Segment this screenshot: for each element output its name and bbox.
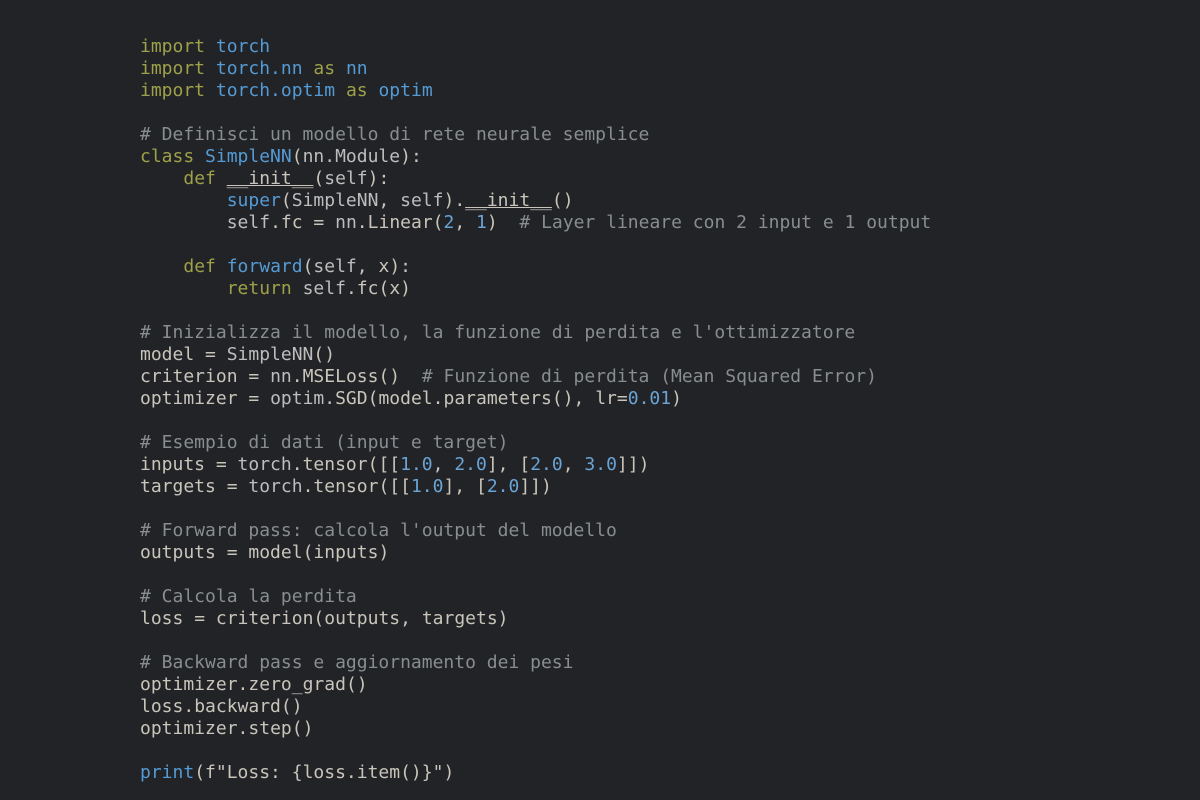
line: print(f"Loss: {loss.item()}") <box>140 762 454 783</box>
alias-nn: nn <box>346 58 368 79</box>
comment: # Definisci un modello di rete neurale s… <box>140 124 649 145</box>
alias-optim: optim <box>378 80 432 101</box>
kw-class: class <box>140 146 194 167</box>
mod-torch-nn: torch.nn <box>216 58 303 79</box>
line: return self.fc(x) <box>140 278 411 299</box>
code-block: import torch import torch.nn as nn impor… <box>0 0 1200 784</box>
kw-as: as <box>313 58 335 79</box>
line: import torch <box>140 36 270 57</box>
line: loss = criterion(outputs, targets) <box>140 608 509 629</box>
line: # Backward pass e aggiornamento dei pesi <box>140 652 573 673</box>
comment: # Funzione di perdita (Mean Squared Erro… <box>422 366 877 387</box>
kw-as: as <box>346 80 368 101</box>
line: criterion = nn.MSELoss() # Funzione di p… <box>140 366 877 387</box>
line: targets = torch.tensor([[1.0], [2.0]]) <box>140 476 552 497</box>
kw-def: def <box>183 168 216 189</box>
line: optimizer.zero_grad() <box>140 674 368 695</box>
line: # Esempio di dati (input e target) <box>140 432 508 453</box>
base-class: nn.Module <box>303 146 401 167</box>
comment: # Backward pass e aggiornamento dei pesi <box>140 652 573 673</box>
fn-print: print <box>140 762 194 783</box>
line: class SimpleNN(nn.Module): <box>140 146 422 167</box>
line: inputs = torch.tensor([[1.0, 2.0], [2.0,… <box>140 454 649 475</box>
line: # Definisci un modello di rete neurale s… <box>140 124 649 145</box>
kw-return: return <box>227 278 292 299</box>
comment: # Inizializza il modello, la funzione di… <box>140 322 855 343</box>
class-name: SimpleNN <box>205 146 292 167</box>
line: def forward(self, x): <box>140 256 411 277</box>
line: import torch.optim as optim <box>140 80 433 101</box>
kw-import: import <box>140 58 205 79</box>
line: # Calcola la perdita <box>140 586 357 607</box>
mod-torch-optim: torch.optim <box>216 80 335 101</box>
line: outputs = model(inputs) <box>140 542 389 563</box>
line: loss.backward() <box>140 696 303 717</box>
line: model = SimpleNN() <box>140 344 335 365</box>
line: super(SimpleNN, self).__init__() <box>140 190 574 211</box>
kw-import: import <box>140 80 205 101</box>
comment: # Calcola la perdita <box>140 586 357 607</box>
line: self.fc = nn.Linear(2, 1) # Layer linear… <box>140 212 931 233</box>
line: # Forward pass: calcola l'output del mod… <box>140 520 617 541</box>
fstring: f"Loss: {loss.item()}" <box>205 762 443 783</box>
line: def __init__(self): <box>140 168 389 189</box>
method-forward: forward <box>227 256 303 277</box>
mod-torch: torch <box>216 36 270 57</box>
line: # Inizializza il modello, la funzione di… <box>140 322 855 343</box>
line: optimizer.step() <box>140 718 313 739</box>
kw-import: import <box>140 36 205 57</box>
comment: # Layer lineare con 2 input e 1 output <box>519 212 931 233</box>
fn-super: super <box>227 190 281 211</box>
line: optimizer = optim.SGD(model.parameters()… <box>140 388 682 409</box>
method-init: __init__ <box>227 168 314 189</box>
line: import torch.nn as nn <box>140 58 368 79</box>
kw-def: def <box>183 256 216 277</box>
param-self: self <box>324 168 367 189</box>
comment: # Forward pass: calcola l'output del mod… <box>140 520 617 541</box>
comment: # Esempio di dati (input e target) <box>140 432 508 453</box>
